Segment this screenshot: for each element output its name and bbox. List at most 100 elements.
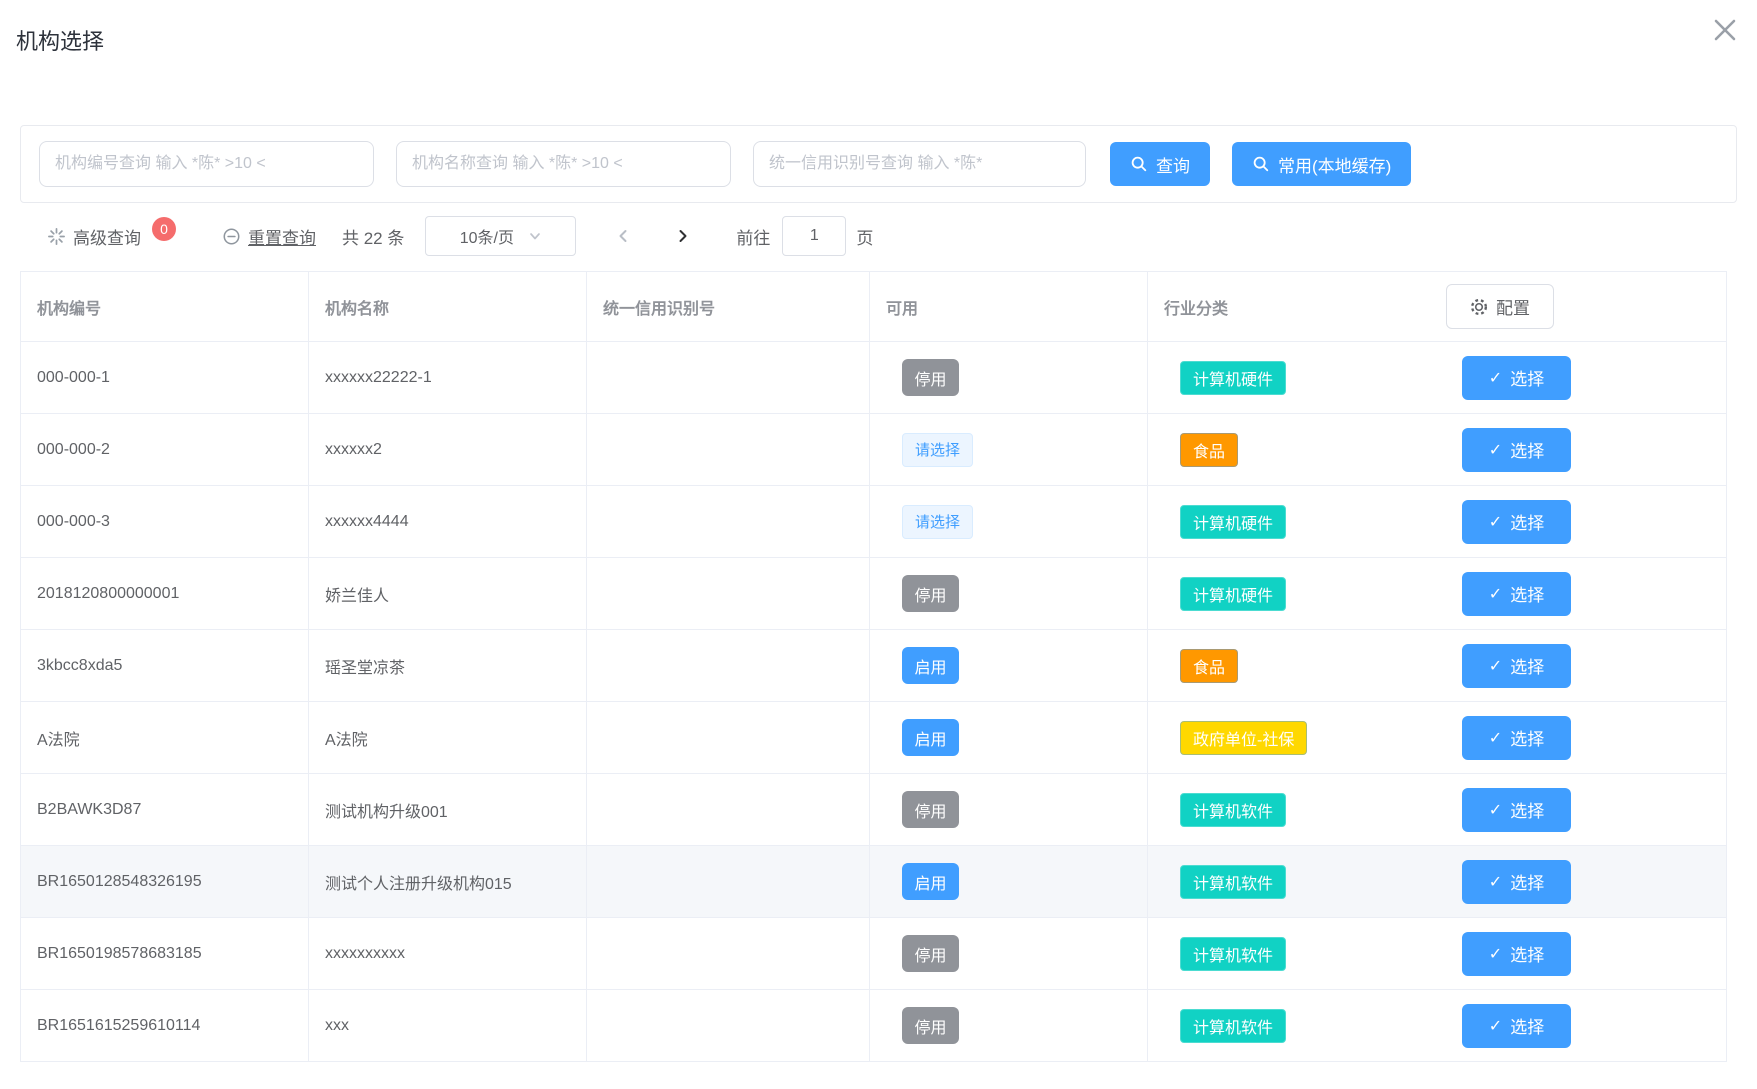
available-cell: 停用	[870, 774, 1148, 845]
industry-cell: 食品	[1148, 630, 1400, 701]
advanced-query-label: 高级查询	[73, 224, 141, 249]
reset-query-button[interactable]: 重置查询	[222, 224, 316, 249]
select-button[interactable]: ✓选择	[1462, 572, 1571, 616]
col-header-credit-code: 统一信用识别号	[587, 272, 870, 341]
org-code-search-input[interactable]	[39, 141, 374, 187]
org-name-cell: xxxxxxxxxx	[309, 918, 587, 989]
next-page-button[interactable]	[664, 216, 702, 256]
status-badge[interactable]: 启用	[902, 647, 959, 684]
check-icon: ✓	[1489, 656, 1502, 676]
available-cell: 启用	[870, 630, 1148, 701]
reset-query-label: 重置查询	[248, 224, 316, 249]
select-button[interactable]: ✓选择	[1462, 428, 1571, 472]
close-icon[interactable]	[1705, 10, 1745, 50]
advanced-query-badge: 0	[152, 217, 176, 241]
table-row: BR1650128548326195测试个人注册升级机构015启用计算机软件✓选…	[21, 845, 1726, 917]
industry-tag: 计算机软件	[1180, 1009, 1286, 1043]
available-cell: 启用	[870, 702, 1148, 773]
status-badge[interactable]: 停用	[902, 1007, 959, 1044]
org-name-search-input[interactable]	[396, 141, 731, 187]
check-icon: ✓	[1489, 368, 1502, 388]
credit-code-cell	[587, 774, 870, 845]
action-cell: ✓选择	[1400, 774, 1726, 845]
status-badge[interactable]: 启用	[902, 719, 959, 756]
status-badge[interactable]: 启用	[902, 863, 959, 900]
table-row: BR1650198578683185xxxxxxxxxx 停用 计算机软件 ✓选择	[21, 917, 1726, 989]
check-icon: ✓	[1489, 872, 1502, 892]
credit-code-search-input[interactable]	[753, 141, 1086, 187]
search-panel: 查询 常用(本地缓存)	[20, 125, 1737, 203]
org-name-cell: xxxxxx22222-1	[309, 342, 587, 413]
page-size-select[interactable]: 10条/页	[425, 216, 576, 256]
org-code-cell: 000-000-3	[21, 486, 309, 557]
select-button-label: 选择	[1510, 653, 1544, 678]
gear-icon	[1470, 298, 1488, 316]
org-name-cell: 测试个人注册升级机构015	[309, 846, 587, 917]
close-x-glyph	[1708, 13, 1742, 47]
credit-code-cell	[587, 414, 870, 485]
table-row: 3kbcc8xda5瑶圣堂凉茶启用食品✓选择	[21, 629, 1726, 701]
org-code-cell: 000-000-2	[21, 414, 309, 485]
select-button[interactable]: ✓ 选择	[1462, 644, 1571, 688]
query-button[interactable]: 查询	[1110, 142, 1210, 186]
org-name-cell: xxxxxx2	[309, 414, 587, 485]
status-badge[interactable]: 请选择	[902, 505, 973, 539]
chevron-left-icon	[615, 228, 631, 244]
select-button-label: 选择	[1510, 725, 1544, 750]
action-cell: ✓ 选择	[1400, 846, 1726, 917]
select-button[interactable]: ✓ 选择	[1462, 716, 1571, 760]
toolbar: 高级查询 0 重置查询 共 22 条 10条/页	[20, 216, 1737, 256]
action-cell: ✓ 选择	[1400, 702, 1726, 773]
col-header-available: 可用	[870, 272, 1148, 341]
check-icon: ✓	[1489, 1016, 1502, 1036]
common-cache-button-label: 常用(本地缓存)	[1278, 152, 1391, 177]
credit-code-cell	[587, 990, 870, 1061]
query-button-label: 查询	[1156, 152, 1190, 177]
org-code-cell: 2018120800000001	[21, 558, 309, 629]
table-body: 000-000-1xxxxxx22222-1停用计算机硬件✓选择000-000-…	[21, 341, 1726, 1061]
common-cache-button[interactable]: 常用(本地缓存)	[1232, 142, 1411, 186]
action-cell: ✓选择	[1400, 918, 1726, 989]
select-button[interactable]: ✓ 选择	[1462, 860, 1571, 904]
advanced-query-button[interactable]: 高级查询 0	[47, 224, 176, 249]
org-code-cell: BR1650198578683185	[21, 918, 309, 989]
select-button-label: 选择	[1510, 581, 1544, 606]
table-header: 机构编号 机构名称 统一信用识别号 可用 行业分类 配置	[21, 272, 1726, 341]
available-cell: 停用	[870, 990, 1148, 1061]
select-button[interactable]: ✓选择	[1462, 788, 1571, 832]
industry-cell: 计算机软件	[1148, 918, 1400, 989]
status-badge[interactable]: 停用	[902, 575, 959, 612]
select-button[interactable]: ✓选择	[1462, 932, 1571, 976]
check-icon: ✓	[1489, 800, 1502, 820]
org-name-cell: A法院	[309, 702, 587, 773]
credit-code-cell	[587, 558, 870, 629]
status-badge[interactable]: 停用	[902, 359, 959, 396]
credit-code-cell	[587, 342, 870, 413]
config-button[interactable]: 配置	[1446, 284, 1554, 329]
org-code-cell: A法院	[21, 702, 309, 773]
credit-code-cell	[587, 918, 870, 989]
chevron-down-icon	[528, 229, 542, 243]
prev-page-button[interactable]	[604, 216, 642, 256]
select-button[interactable]: ✓选择	[1462, 500, 1571, 544]
status-badge[interactable]: 停用	[902, 791, 959, 828]
check-icon: ✓	[1489, 728, 1502, 748]
select-button[interactable]: ✓选择	[1462, 1004, 1571, 1048]
goto-suffix: 页	[856, 224, 873, 249]
industry-cell: 计算机硬件	[1148, 558, 1400, 629]
search-icon	[1130, 155, 1148, 173]
org-name-cell: 瑶圣堂凉茶	[309, 630, 587, 701]
select-button[interactable]: ✓选择	[1462, 356, 1571, 400]
select-button-label: 选择	[1510, 869, 1544, 894]
table-row: A法院A法院 启用 政府单位-社保 ✓ 选择	[21, 701, 1726, 773]
industry-tag: 计算机软件	[1180, 937, 1286, 971]
org-code-cell: 000-000-1	[21, 342, 309, 413]
available-cell: 请选择	[870, 414, 1148, 485]
action-cell: ✓选择	[1400, 990, 1726, 1061]
industry-cell: 政府单位-社保	[1148, 702, 1400, 773]
status-badge[interactable]: 停用	[902, 935, 959, 972]
goto-page-input[interactable]	[782, 216, 846, 256]
col-header-actions: 配置	[1400, 272, 1726, 341]
status-badge[interactable]: 请选择	[902, 433, 973, 467]
industry-cell: 计算机软件	[1148, 990, 1400, 1061]
